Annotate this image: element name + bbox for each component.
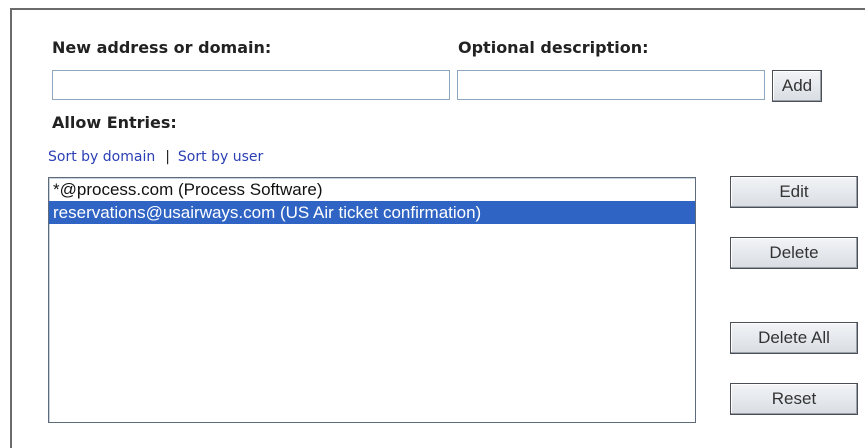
edit-button[interactable]: Edit bbox=[730, 176, 858, 208]
list-item[interactable]: reservations@usairways.com (US Air ticke… bbox=[49, 201, 695, 224]
description-label: Optional description: bbox=[458, 38, 649, 57]
list-item[interactable]: *@process.com (Process Software) bbox=[49, 178, 695, 201]
sort-links: Sort by domain | Sort by user bbox=[48, 149, 263, 165]
sort-separator: | bbox=[165, 149, 170, 165]
reset-button[interactable]: Reset bbox=[730, 383, 858, 415]
address-label: New address or domain: bbox=[52, 38, 272, 57]
add-button[interactable]: Add bbox=[772, 70, 822, 102]
delete-all-button[interactable]: Delete All bbox=[730, 322, 858, 354]
allow-entries-heading: Allow Entries: bbox=[52, 113, 177, 132]
sort-by-user-link[interactable]: Sort by user bbox=[178, 149, 263, 165]
description-input[interactable] bbox=[457, 70, 765, 100]
delete-button[interactable]: Delete bbox=[730, 237, 858, 269]
allow-entries-list[interactable]: *@process.com (Process Software) reserva… bbox=[48, 177, 696, 423]
address-input[interactable] bbox=[52, 70, 450, 100]
sort-by-domain-link[interactable]: Sort by domain bbox=[48, 149, 155, 165]
